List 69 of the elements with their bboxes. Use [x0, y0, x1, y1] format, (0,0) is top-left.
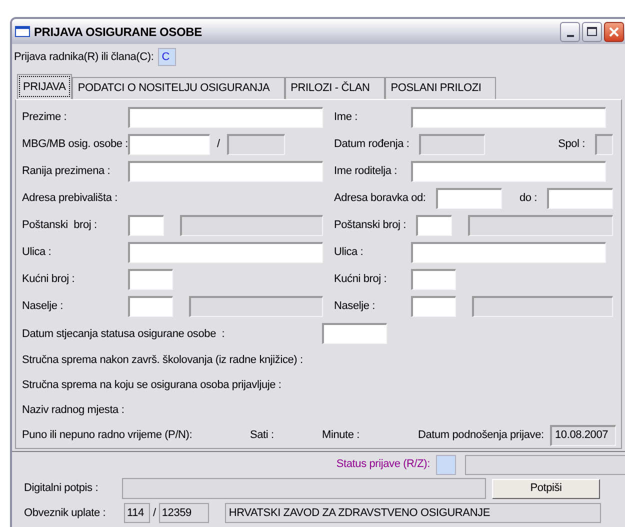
prijava-type-label: Prijava radnika(R) ili člana(C):	[14, 50, 154, 65]
field-label: Kućni broj :	[334, 272, 388, 288]
field-label: Ulica :	[22, 245, 52, 260]
field-label: Adresa prebivališta :	[22, 191, 118, 206]
sign-button[interactable]: Potpiši	[492, 478, 600, 498]
field-label: Poštanski broj :	[22, 218, 98, 234]
input-field[interactable]	[128, 107, 323, 128]
signature-field[interactable]	[122, 478, 486, 499]
field-label: Puno ili nepuno radno vrijeme (P/N):	[22, 428, 194, 444]
field-label: Naselje :	[334, 299, 376, 314]
status-description-field[interactable]	[465, 454, 625, 474]
payer-code-field[interactable]: 114	[124, 503, 150, 523]
close-button[interactable]	[604, 22, 624, 42]
field-label: Poštanski broj :	[334, 218, 408, 234]
field-label: Datum stjecanja statusa osigurane osobe :	[22, 326, 226, 342]
tab[interactable]: POSLANI PRILOZI	[384, 77, 496, 99]
input-field[interactable]	[322, 323, 387, 344]
input-field[interactable]	[128, 269, 173, 290]
input-field[interactable]	[411, 269, 456, 290]
close-icon	[609, 26, 619, 36]
field-label: MBG/MB osig. osobe :	[22, 137, 128, 152]
field-label: Ranija prezimena :	[22, 164, 112, 180]
input-field[interactable]	[547, 188, 613, 209]
maximize-button[interactable]	[582, 22, 602, 42]
field-label: Ulica :	[334, 245, 364, 260]
maximize-icon	[587, 27, 597, 36]
field-label: Datum podnošenja prijave:	[418, 428, 545, 444]
separator-label: /	[153, 506, 156, 521]
payer-name-field[interactable]: HRVATSKI ZAVOD ZA ZDRAVSTVENO OSIGURANJE	[224, 503, 601, 523]
input-field[interactable]	[411, 242, 606, 263]
field-label: Naziv radnog mjesta :	[22, 403, 124, 418]
field-label: Datum rođenja :	[334, 137, 410, 152]
input-field[interactable]	[436, 188, 502, 209]
input-field[interactable]	[128, 134, 210, 155]
window-icon	[15, 26, 30, 37]
field-label: do :	[519, 191, 537, 206]
field-label: Sati :	[250, 428, 275, 444]
minimize-button[interactable]	[560, 22, 580, 42]
input-field[interactable]	[416, 215, 452, 236]
field-label: Ime :	[334, 110, 358, 126]
field-label: Minute :	[322, 428, 361, 444]
input-field[interactable]	[128, 242, 323, 263]
input-field[interactable]	[411, 161, 606, 182]
field-label: Stručna sprema nakon završ. školovanja (iz radne knjižice) :	[22, 353, 303, 368]
date-field[interactable]: 10.08.2007	[550, 424, 616, 446]
tab[interactable]: PODATCI O NOSITELJU OSIGURANJA	[72, 77, 285, 99]
tab[interactable]: PRIJAVA	[17, 74, 72, 99]
field-label: Spol :	[558, 137, 585, 152]
status-label: Status prijave (R/Z):	[335, 457, 431, 472]
minimize-icon	[566, 34, 574, 36]
input-field[interactable]	[128, 161, 323, 182]
input-field[interactable]	[411, 107, 606, 128]
field-label: Kućni broj :	[22, 272, 76, 288]
field-label: Stručna sprema na koju se osigurana osoba prijavljuje :	[22, 378, 282, 394]
prijava-type-field[interactable]: C	[158, 48, 176, 66]
field-label: Ime roditelja :	[334, 164, 398, 180]
input-field[interactable]	[128, 215, 164, 236]
tab[interactable]: PRILOZI - ČLAN	[284, 77, 385, 99]
status-field[interactable]	[436, 454, 456, 474]
payer-label: Obveznik uplate :	[24, 506, 107, 521]
field-label: Prezime :	[22, 110, 68, 126]
separator-label: /	[217, 137, 220, 152]
signature-label: Digitalni potpis :	[24, 481, 100, 496]
payer-number-field[interactable]: 12359	[158, 503, 209, 523]
field-label: Adresa boravka od:	[334, 191, 427, 206]
input-field[interactable]	[411, 296, 456, 317]
field-label: Naselje :	[22, 299, 64, 314]
window-title: PRIJAVA OSIGURANE OSOBE	[34, 24, 202, 40]
input-field[interactable]	[128, 296, 173, 317]
